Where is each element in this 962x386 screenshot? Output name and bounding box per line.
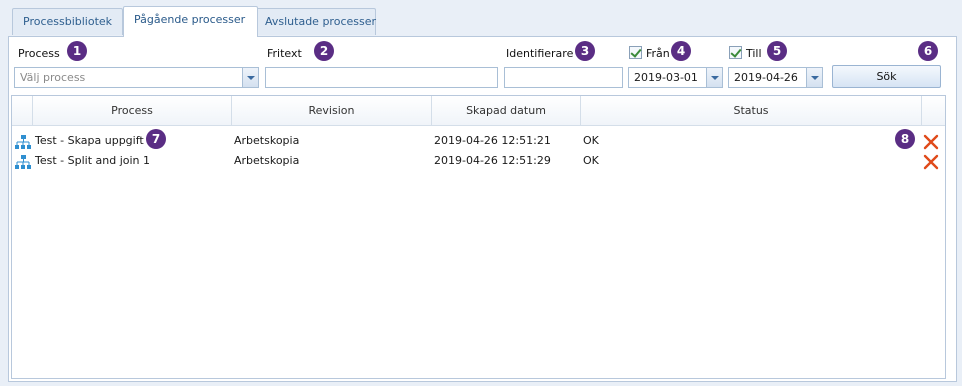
row-status: OK (583, 134, 599, 147)
fran-date-picker[interactable]: 2019-03-01 (628, 67, 723, 88)
chevron-down-icon[interactable] (706, 68, 722, 87)
callout-badge-3: 3 (575, 41, 595, 61)
process-tree-icon (15, 135, 31, 149)
chevron-down-icon[interactable] (806, 68, 822, 87)
process-label: Process (18, 47, 60, 60)
column-header-status[interactable]: Status (581, 96, 922, 126)
row-status: OK (583, 154, 599, 167)
delete-icon[interactable] (923, 134, 939, 150)
delete-icon[interactable] (923, 154, 939, 170)
tab-avslutade-processer[interactable]: Avslutade processer (254, 8, 376, 35)
identifierare-input[interactable] (504, 67, 623, 88)
row-process-name: Test - Split and join 1 (35, 154, 151, 167)
fritext-label: Fritext (267, 47, 302, 60)
till-date-value: 2019-04-26 (734, 71, 798, 84)
main-panel: Process 1 Fritext 2 Identifierare 3 Från… (8, 36, 957, 382)
tab-processbibliotek[interactable]: Processbibliotek (12, 8, 123, 35)
process-select[interactable]: Välj process (14, 67, 259, 88)
callout-badge-2: 2 (314, 41, 334, 61)
callout-badge-4: 4 (671, 41, 691, 61)
fran-checkbox[interactable] (629, 46, 642, 59)
till-date-picker[interactable]: 2019-04-26 (728, 67, 823, 88)
till-label: Till (746, 47, 762, 60)
callout-badge-1: 1 (67, 41, 87, 61)
callout-badge-7: 7 (146, 129, 166, 149)
column-header-process[interactable]: Process (33, 96, 232, 126)
column-header-actions (922, 96, 946, 126)
row-created-date: 2019-04-26 12:51:29 (434, 154, 551, 167)
identifierare-label: Identifierare (506, 47, 574, 60)
process-tree-icon (15, 155, 31, 169)
column-header-skapad-datum[interactable]: Skapad datum (432, 96, 581, 126)
callout-badge-5: 5 (767, 41, 787, 61)
row-revision: Arbetskopia (234, 134, 300, 147)
chevron-down-icon[interactable] (242, 68, 258, 87)
callout-badge-8: 8 (895, 129, 915, 149)
process-select-placeholder: Välj process (20, 71, 86, 84)
process-table: Process Revision Skapad datum Status Tes… (11, 95, 946, 379)
fran-date-value: 2019-03-01 (634, 71, 698, 84)
row-created-date: 2019-04-26 12:51:21 (434, 134, 551, 147)
row-process-name: Test - Skapa uppgift (35, 134, 144, 147)
fran-label: Från (646, 47, 670, 60)
table-row[interactable]: Test - Split and join 1 Arbetskopia 2019… (12, 152, 945, 172)
search-button[interactable]: Sök (832, 65, 941, 88)
fritext-input[interactable] (265, 67, 498, 88)
column-header-revision[interactable]: Revision (232, 96, 432, 126)
column-header-icon (12, 96, 33, 126)
table-header: Process Revision Skapad datum Status (12, 96, 945, 126)
callout-badge-6: 6 (918, 41, 938, 61)
tab-pagaende-processer[interactable]: Pågående processer (123, 6, 258, 37)
till-checkbox[interactable] (729, 46, 742, 59)
row-revision: Arbetskopia (234, 154, 300, 167)
